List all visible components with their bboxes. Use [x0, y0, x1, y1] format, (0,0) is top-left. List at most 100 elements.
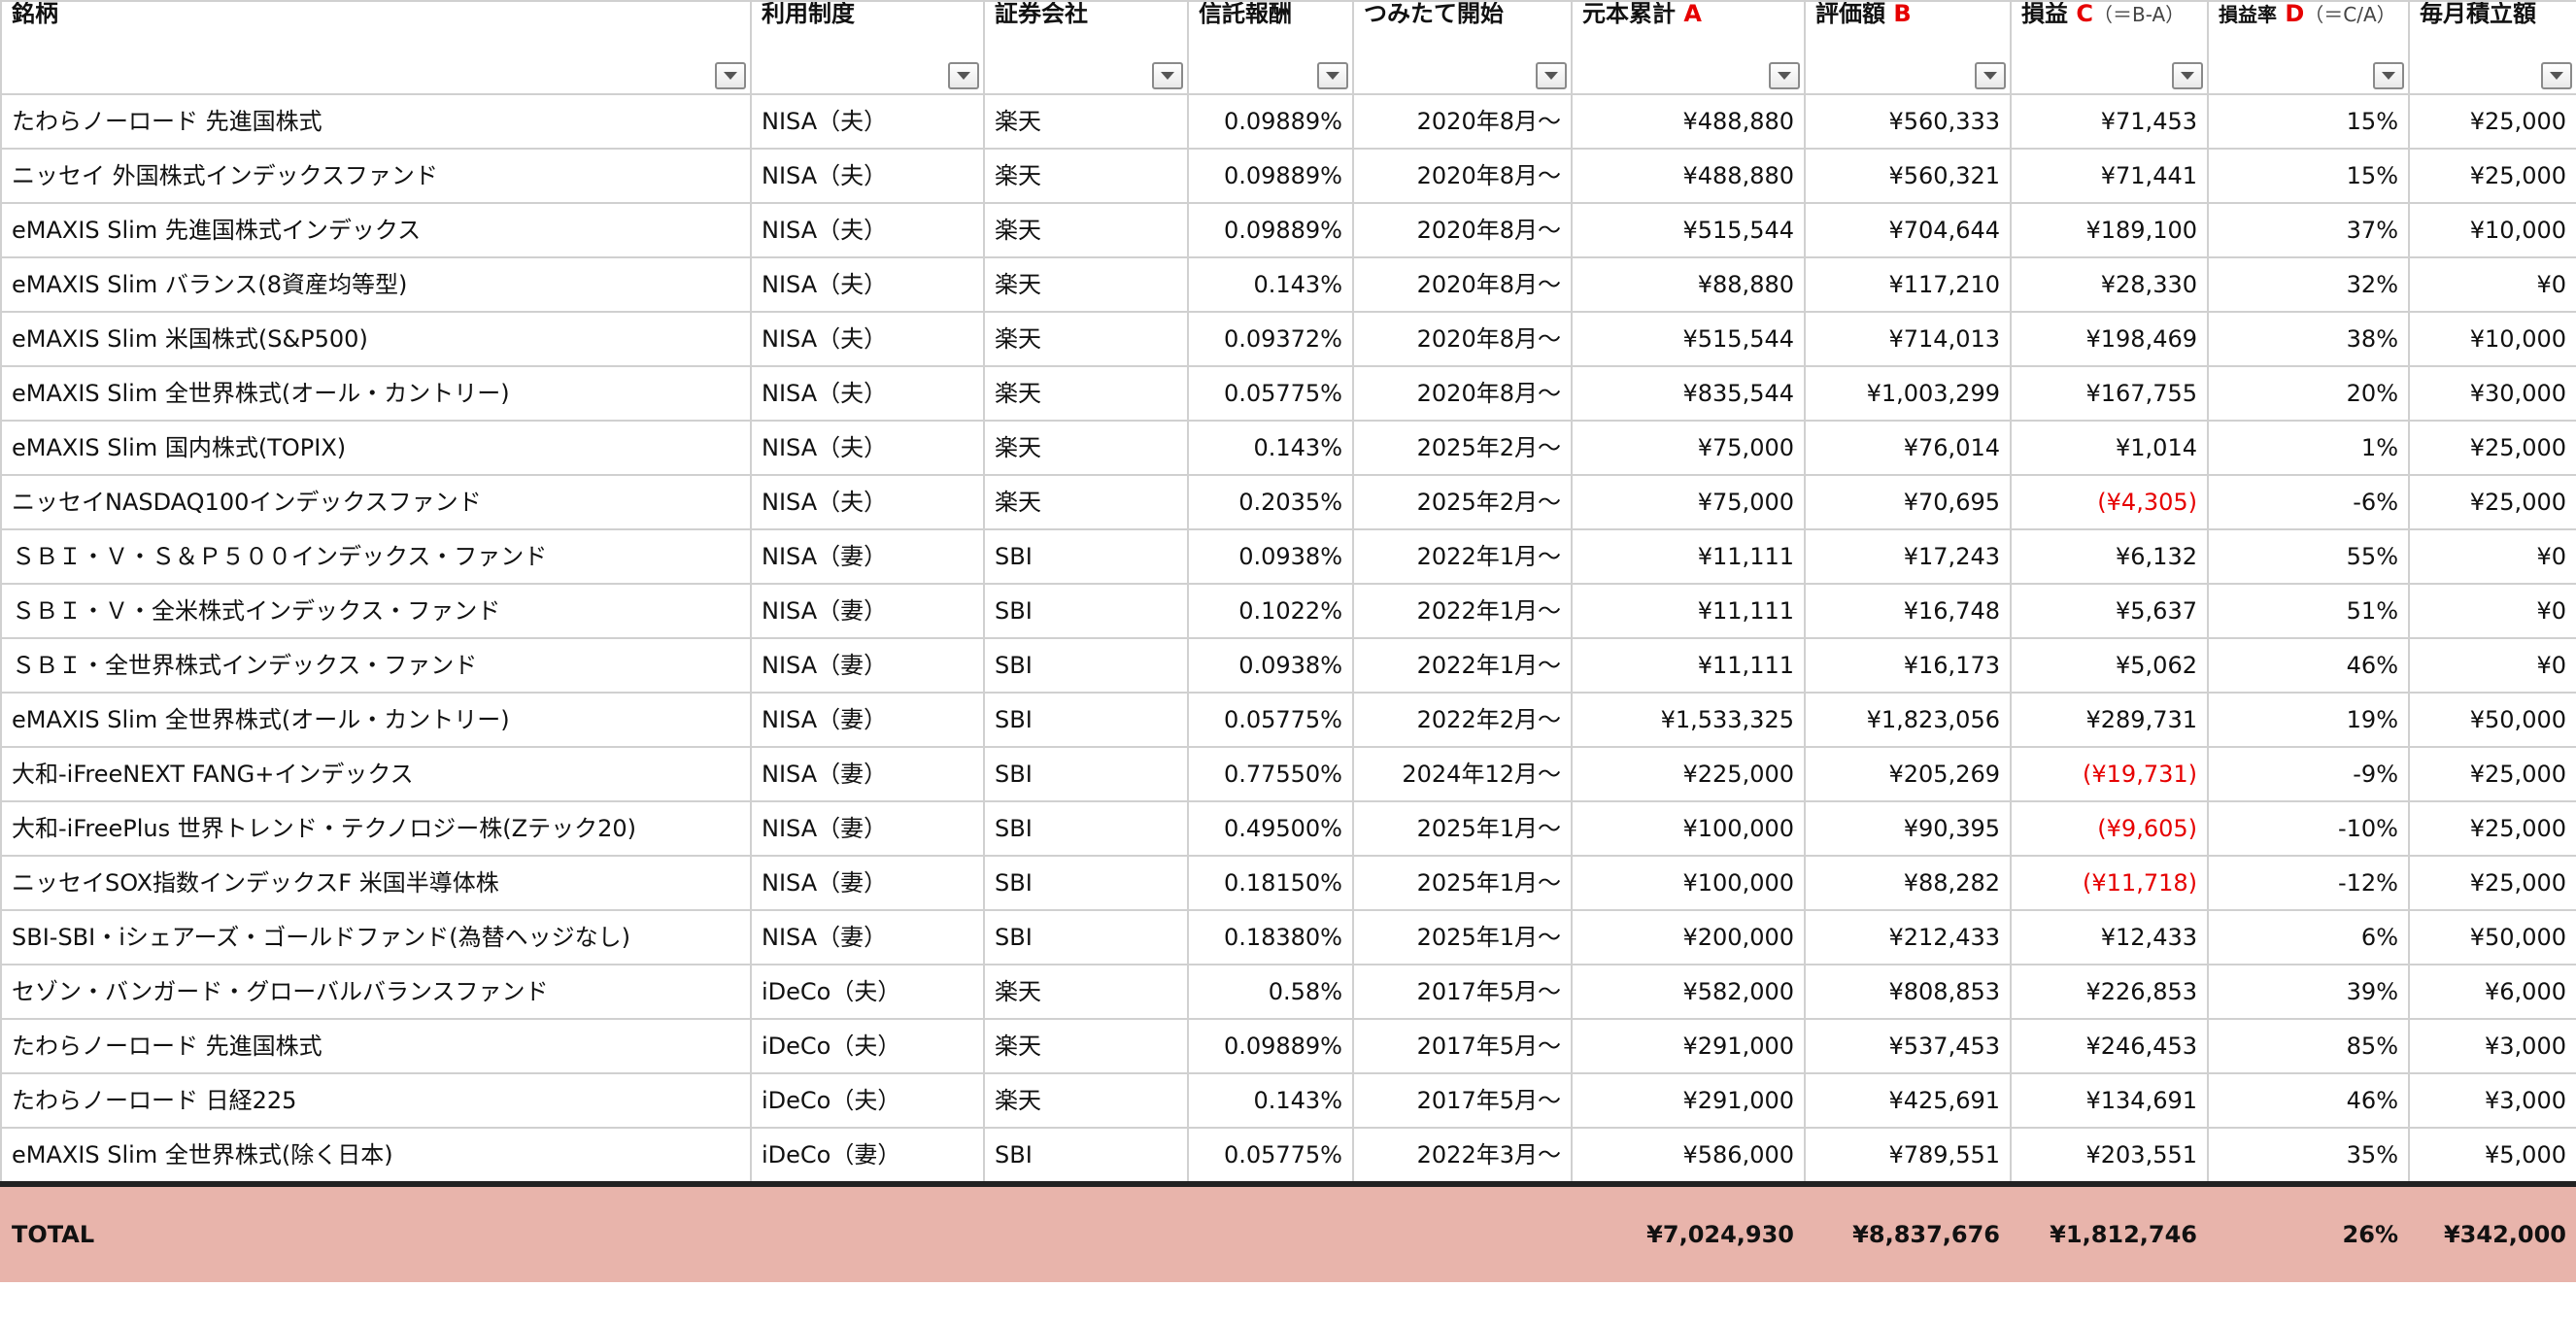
cell-start[interactable]: 2022年1月〜 — [1352, 528, 1573, 585]
cell-profit-loss[interactable]: ¥246,453 — [2010, 1018, 2209, 1074]
cell-principal[interactable]: ¥11,111 — [1571, 528, 1806, 585]
cell-system[interactable]: NISA（夫） — [750, 256, 985, 313]
cell-fee[interactable]: 0.49500% — [1187, 800, 1354, 857]
filter-dropdown-icon[interactable] — [1769, 62, 1800, 89]
cell-fund-name[interactable]: ニッセイSOX指数インデックスF 米国半導体株 — [0, 855, 752, 911]
cell-profit-loss[interactable]: (¥19,731) — [2010, 746, 2209, 802]
filter-dropdown-icon[interactable] — [1975, 62, 2006, 89]
cell-broker[interactable]: 楽天 — [983, 474, 1189, 530]
cell-broker[interactable]: 楽天 — [983, 93, 1189, 150]
total-profit-loss[interactable]: ¥1,812,746 — [2010, 1184, 2209, 1282]
cell-principal[interactable]: ¥200,000 — [1571, 909, 1806, 965]
cell-start[interactable]: 2020年8月〜 — [1352, 365, 1573, 422]
cell-fee[interactable]: 0.0938% — [1187, 528, 1354, 585]
cell-monthly[interactable]: ¥0 — [2408, 256, 2576, 313]
cell-fee[interactable]: 0.09889% — [1187, 1018, 1354, 1074]
cell-principal[interactable]: ¥11,111 — [1571, 637, 1806, 694]
cell-principal[interactable]: ¥515,544 — [1571, 311, 1806, 367]
cell-rate[interactable]: 35% — [2207, 1127, 2410, 1184]
cell-system[interactable]: NISA（夫） — [750, 474, 985, 530]
cell-profit-loss[interactable]: ¥189,100 — [2010, 202, 2209, 258]
cell-fee[interactable]: 0.143% — [1187, 420, 1354, 476]
cell-rate[interactable]: 37% — [2207, 202, 2410, 258]
filter-dropdown-icon[interactable] — [2172, 62, 2203, 89]
filter-dropdown-icon[interactable] — [715, 62, 746, 89]
total-empty-cell[interactable] — [1352, 1184, 1573, 1282]
cell-value[interactable]: ¥560,333 — [1804, 93, 2012, 150]
cell-principal[interactable]: ¥100,000 — [1571, 800, 1806, 857]
cell-start[interactable]: 2025年1月〜 — [1352, 909, 1573, 965]
cell-fee[interactable]: 0.09889% — [1187, 93, 1354, 150]
cell-value[interactable]: ¥537,453 — [1804, 1018, 2012, 1074]
cell-broker[interactable]: 楽天 — [983, 148, 1189, 204]
cell-principal[interactable]: ¥291,000 — [1571, 1018, 1806, 1074]
cell-fee[interactable]: 0.18150% — [1187, 855, 1354, 911]
cell-fee[interactable]: 0.58% — [1187, 964, 1354, 1020]
filter-dropdown-icon[interactable] — [1536, 62, 1567, 89]
cell-broker[interactable]: 楽天 — [983, 1018, 1189, 1074]
cell-rate[interactable]: 19% — [2207, 692, 2410, 748]
cell-principal[interactable]: ¥488,880 — [1571, 148, 1806, 204]
total-principal[interactable]: ¥7,024,930 — [1571, 1184, 1806, 1282]
cell-fund-name[interactable]: eMAXIS Slim 全世界株式(オール・カントリー) — [0, 692, 752, 748]
cell-profit-loss[interactable]: (¥11,718) — [2010, 855, 2209, 911]
cell-system[interactable]: iDeCo（夫） — [750, 964, 985, 1020]
cell-value[interactable]: ¥714,013 — [1804, 311, 2012, 367]
cell-start[interactable]: 2022年1月〜 — [1352, 637, 1573, 694]
cell-fund-name[interactable]: eMAXIS Slim 先進国株式インデックス — [0, 202, 752, 258]
cell-monthly[interactable]: ¥10,000 — [2408, 311, 2576, 367]
cell-fee[interactable]: 0.09889% — [1187, 148, 1354, 204]
cell-rate[interactable]: -6% — [2207, 474, 2410, 530]
cell-principal[interactable]: ¥291,000 — [1571, 1072, 1806, 1129]
cell-start[interactable]: 2025年2月〜 — [1352, 420, 1573, 476]
cell-fund-name[interactable]: たわらノーロード 日経225 — [0, 1072, 752, 1129]
cell-start[interactable]: 2020年8月〜 — [1352, 148, 1573, 204]
total-empty-cell[interactable] — [750, 1184, 985, 1282]
cell-rate[interactable]: 20% — [2207, 365, 2410, 422]
filter-dropdown-icon[interactable] — [948, 62, 979, 89]
cell-profit-loss[interactable]: ¥1,014 — [2010, 420, 2209, 476]
cell-fee[interactable]: 0.143% — [1187, 256, 1354, 313]
cell-value[interactable]: ¥88,282 — [1804, 855, 2012, 911]
cell-rate[interactable]: 46% — [2207, 637, 2410, 694]
cell-system[interactable]: NISA（妻） — [750, 692, 985, 748]
cell-system[interactable]: NISA（夫） — [750, 93, 985, 150]
cell-rate[interactable]: -9% — [2207, 746, 2410, 802]
cell-fund-name[interactable]: 大和-iFreePlus 世界トレンド・テクノロジー株(Zテック20) — [0, 800, 752, 857]
cell-start[interactable]: 2022年3月〜 — [1352, 1127, 1573, 1184]
cell-principal[interactable]: ¥488,880 — [1571, 93, 1806, 150]
cell-monthly[interactable]: ¥25,000 — [2408, 148, 2576, 204]
cell-principal[interactable]: ¥582,000 — [1571, 964, 1806, 1020]
cell-fee[interactable]: 0.05775% — [1187, 365, 1354, 422]
cell-start[interactable]: 2020年8月〜 — [1352, 311, 1573, 367]
cell-fund-name[interactable]: eMAXIS Slim 米国株式(S&P500) — [0, 311, 752, 367]
cell-profit-loss[interactable]: ¥226,853 — [2010, 964, 2209, 1020]
cell-fee[interactable]: 0.05775% — [1187, 1127, 1354, 1184]
cell-rate[interactable]: 32% — [2207, 256, 2410, 313]
cell-monthly[interactable]: ¥3,000 — [2408, 1018, 2576, 1074]
cell-broker[interactable]: SBI — [983, 909, 1189, 965]
cell-value[interactable]: ¥90,395 — [1804, 800, 2012, 857]
total-label[interactable]: TOTAL — [0, 1184, 752, 1282]
cell-broker[interactable]: 楽天 — [983, 1072, 1189, 1129]
cell-principal[interactable]: ¥586,000 — [1571, 1127, 1806, 1184]
cell-fee[interactable]: 0.05775% — [1187, 692, 1354, 748]
cell-rate[interactable]: -12% — [2207, 855, 2410, 911]
total-empty-cell[interactable] — [983, 1184, 1189, 1282]
cell-system[interactable]: NISA（妻） — [750, 800, 985, 857]
cell-principal[interactable]: ¥1,533,325 — [1571, 692, 1806, 748]
cell-profit-loss[interactable]: ¥12,433 — [2010, 909, 2209, 965]
cell-broker[interactable]: SBI — [983, 746, 1189, 802]
cell-start[interactable]: 2020年8月〜 — [1352, 256, 1573, 313]
cell-rate[interactable]: 46% — [2207, 1072, 2410, 1129]
cell-value[interactable]: ¥560,321 — [1804, 148, 2012, 204]
cell-fund-name[interactable]: ニッセイ 外国株式インデックスファンド — [0, 148, 752, 204]
cell-principal[interactable]: ¥11,111 — [1571, 583, 1806, 639]
cell-monthly[interactable]: ¥30,000 — [2408, 365, 2576, 422]
total-rate[interactable]: 26% — [2207, 1184, 2410, 1282]
total-value[interactable]: ¥8,837,676 — [1804, 1184, 2012, 1282]
cell-start[interactable]: 2022年2月〜 — [1352, 692, 1573, 748]
cell-broker[interactable]: SBI — [983, 528, 1189, 585]
cell-principal[interactable]: ¥515,544 — [1571, 202, 1806, 258]
cell-monthly[interactable]: ¥10,000 — [2408, 202, 2576, 258]
